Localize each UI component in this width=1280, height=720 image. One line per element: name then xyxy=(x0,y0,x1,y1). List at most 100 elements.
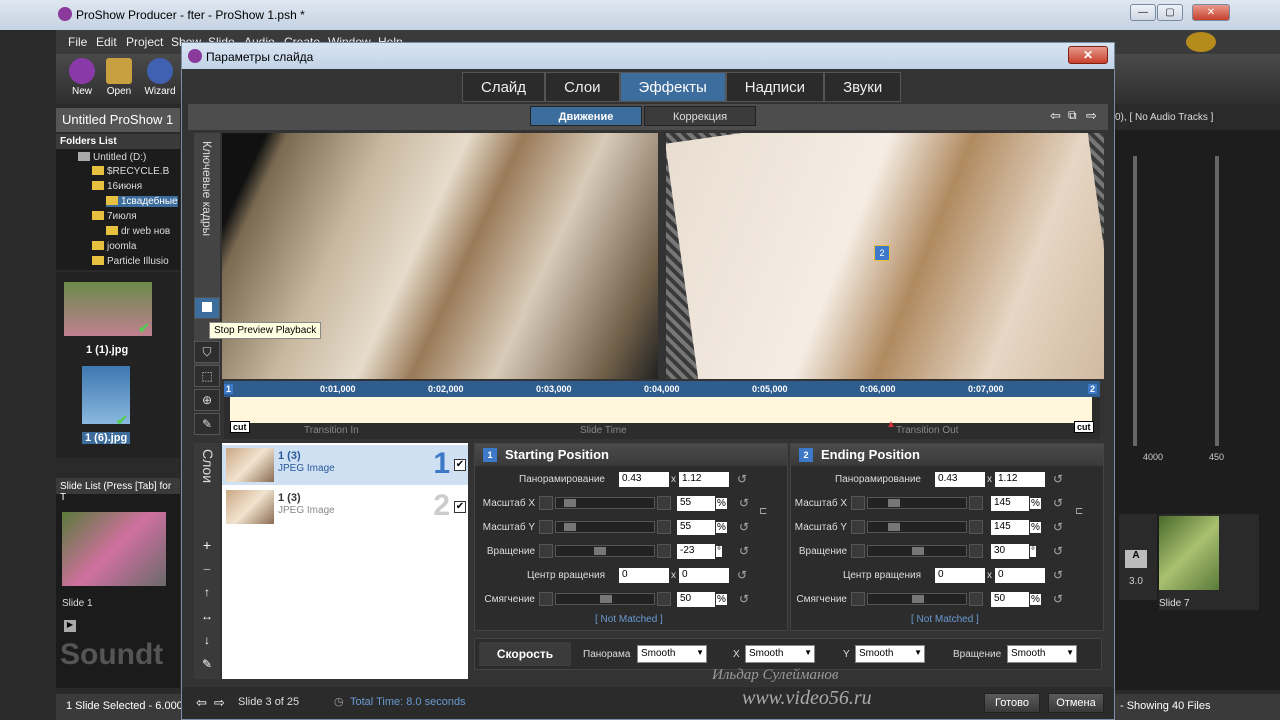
copy-icon[interactable]: ⧉ xyxy=(1068,108,1077,123)
menu-edit[interactable]: Edit xyxy=(96,35,117,49)
menu-project[interactable]: Project xyxy=(126,35,163,49)
reset-icon[interactable]: ↺ xyxy=(1053,568,1063,582)
dialog-close-button[interactable]: ✕ xyxy=(1068,46,1108,64)
folder-item[interactable]: 16июня xyxy=(92,181,142,192)
stop-preview-button[interactable] xyxy=(194,297,220,319)
folder-item-selected[interactable]: 1свадебные xyxy=(106,196,178,207)
reset-icon[interactable]: ↺ xyxy=(1053,520,1063,534)
next-slide-icon[interactable]: ⇨ xyxy=(214,695,225,711)
center-y-input[interactable]: 0 xyxy=(995,568,1045,583)
scale-x-slider[interactable] xyxy=(867,497,967,509)
slider-knob[interactable] xyxy=(564,523,576,531)
increase-icon[interactable] xyxy=(969,496,983,510)
zoom-tool-button[interactable]: ⊕ xyxy=(194,389,220,411)
slider-knob[interactable] xyxy=(888,499,900,507)
select-tool-button[interactable]: ⬚ xyxy=(194,365,220,387)
decrease-icon[interactable] xyxy=(851,544,865,558)
cancel-button[interactable]: Отмена xyxy=(1048,693,1104,713)
rotation-slider[interactable] xyxy=(555,545,655,557)
center-x-input[interactable]: 0 xyxy=(935,568,985,583)
pan-x-input[interactable]: 0.43 xyxy=(935,472,985,487)
edit-tool-button[interactable]: ✎ xyxy=(194,413,220,435)
playhead-icon[interactable]: ▲ xyxy=(886,419,896,430)
reset-icon[interactable]: ↺ xyxy=(1053,544,1063,558)
keyframe-timeline[interactable]: 1 0:01,000 0:02,000 0:03,000 0:04,000 0:… xyxy=(224,381,1100,439)
center-y-input[interactable]: 0 xyxy=(679,568,729,583)
decrease-icon[interactable] xyxy=(539,544,553,558)
rotation-slider[interactable] xyxy=(867,545,967,557)
tab-sounds[interactable]: Звуки xyxy=(824,72,902,102)
scale-y-input[interactable]: 145 xyxy=(991,520,1029,535)
smoothing-input[interactable]: 50 xyxy=(991,592,1029,607)
folder-item[interactable]: Untitled (D:) xyxy=(78,152,146,163)
menu-file[interactable]: File xyxy=(68,35,87,49)
decrease-icon[interactable] xyxy=(851,592,865,606)
keyframe-1-marker[interactable]: 1 xyxy=(224,384,234,394)
scale-y-slider[interactable] xyxy=(555,521,655,533)
done-button[interactable]: Готово xyxy=(984,693,1040,713)
folder-item[interactable]: dr web нов xyxy=(106,226,170,237)
scale-x-input[interactable]: 145 xyxy=(991,496,1029,511)
start-preview-image[interactable] xyxy=(222,133,658,379)
pan-y-input[interactable]: 1.12 xyxy=(679,472,729,487)
prev-slide-icon[interactable]: ⇦ xyxy=(196,695,207,711)
speed-rotation-select[interactable]: Smooth ▼ xyxy=(1007,645,1077,663)
smoothing-slider[interactable] xyxy=(867,593,967,605)
new-button[interactable]: New xyxy=(64,58,100,97)
minimize-button[interactable]: — xyxy=(1130,4,1156,21)
close-button[interactable]: ✕ xyxy=(1192,4,1230,21)
center-x-input[interactable]: 0 xyxy=(619,568,669,583)
move-up-icon[interactable]: ↑ xyxy=(197,585,217,603)
speed-pan-select[interactable]: Smooth ▼ xyxy=(637,645,707,663)
slider-knob[interactable] xyxy=(594,547,606,555)
pan-y-input[interactable]: 1.12 xyxy=(995,472,1045,487)
move-down-icon[interactable]: ↓ xyxy=(197,633,217,651)
maximize-button[interactable]: ▢ xyxy=(1157,4,1183,21)
caption-tool-button[interactable]: ⛉ xyxy=(194,341,220,363)
folder-item[interactable]: joomla xyxy=(92,241,136,252)
smoothing-input[interactable]: 50 xyxy=(677,592,715,607)
folder-item[interactable]: $RECYCLE.B xyxy=(92,166,169,177)
increase-icon[interactable] xyxy=(969,520,983,534)
tab-slide[interactable]: Слайд xyxy=(462,72,546,102)
decrease-icon[interactable] xyxy=(539,592,553,606)
scale-x-input[interactable]: 55 xyxy=(677,496,715,511)
arrow-left-icon[interactable]: ⇦ xyxy=(1050,108,1061,124)
eye-icon[interactable] xyxy=(1186,32,1216,52)
decrease-icon[interactable] xyxy=(851,496,865,510)
rotation-input[interactable]: -23 xyxy=(677,544,715,559)
subtab-correction[interactable]: Коррекция xyxy=(644,106,756,126)
smoothing-slider[interactable] xyxy=(555,593,655,605)
increase-icon[interactable] xyxy=(657,520,671,534)
keyframe-2-marker[interactable]: 2 xyxy=(1088,384,1098,394)
play-icon[interactable]: ▶ xyxy=(64,620,76,632)
increase-icon[interactable] xyxy=(969,592,983,606)
layer-visible-checkbox[interactable]: ✔ xyxy=(454,459,466,471)
arrow-right-icon[interactable]: ⇨ xyxy=(1086,108,1097,124)
reset-icon[interactable]: ↺ xyxy=(1053,472,1063,486)
decrease-icon[interactable] xyxy=(539,520,553,534)
reset-icon[interactable]: ↺ xyxy=(1053,592,1063,606)
link-icon[interactable]: ⊏ xyxy=(1075,506,1083,517)
subtab-motion[interactable]: Движение xyxy=(530,106,642,126)
folder-item[interactable]: 7июля xyxy=(92,211,137,222)
slide-7-item[interactable]: Slide 7 xyxy=(1159,514,1259,610)
reset-icon[interactable]: ↺ xyxy=(1053,496,1063,510)
tab-captions[interactable]: Надписи xyxy=(725,72,825,102)
increase-icon[interactable] xyxy=(969,544,983,558)
reset-icon[interactable]: ↺ xyxy=(737,568,747,582)
scale-y-slider[interactable] xyxy=(867,521,967,533)
layer-row-1[interactable]: 1 (3) JPEG Image 1 ✔ xyxy=(222,445,468,485)
speed-y-select[interactable]: Smooth ▼ xyxy=(855,645,925,663)
timeline-bar[interactable] xyxy=(230,397,1092,423)
scale-x-slider[interactable] xyxy=(555,497,655,509)
layer-row-2[interactable]: 1 (3) JPEG Image 2 ✔ xyxy=(222,487,468,527)
tab-effects[interactable]: Эффекты xyxy=(619,72,726,102)
add-layer-icon[interactable]: + xyxy=(197,537,217,555)
resize-icon[interactable]: ↔ xyxy=(197,609,217,627)
remove-layer-icon[interactable]: − xyxy=(197,561,217,579)
increase-icon[interactable] xyxy=(657,496,671,510)
slider-knob[interactable] xyxy=(912,547,924,555)
speed-button[interactable]: Скорость xyxy=(479,642,571,666)
slider-knob[interactable] xyxy=(888,523,900,531)
